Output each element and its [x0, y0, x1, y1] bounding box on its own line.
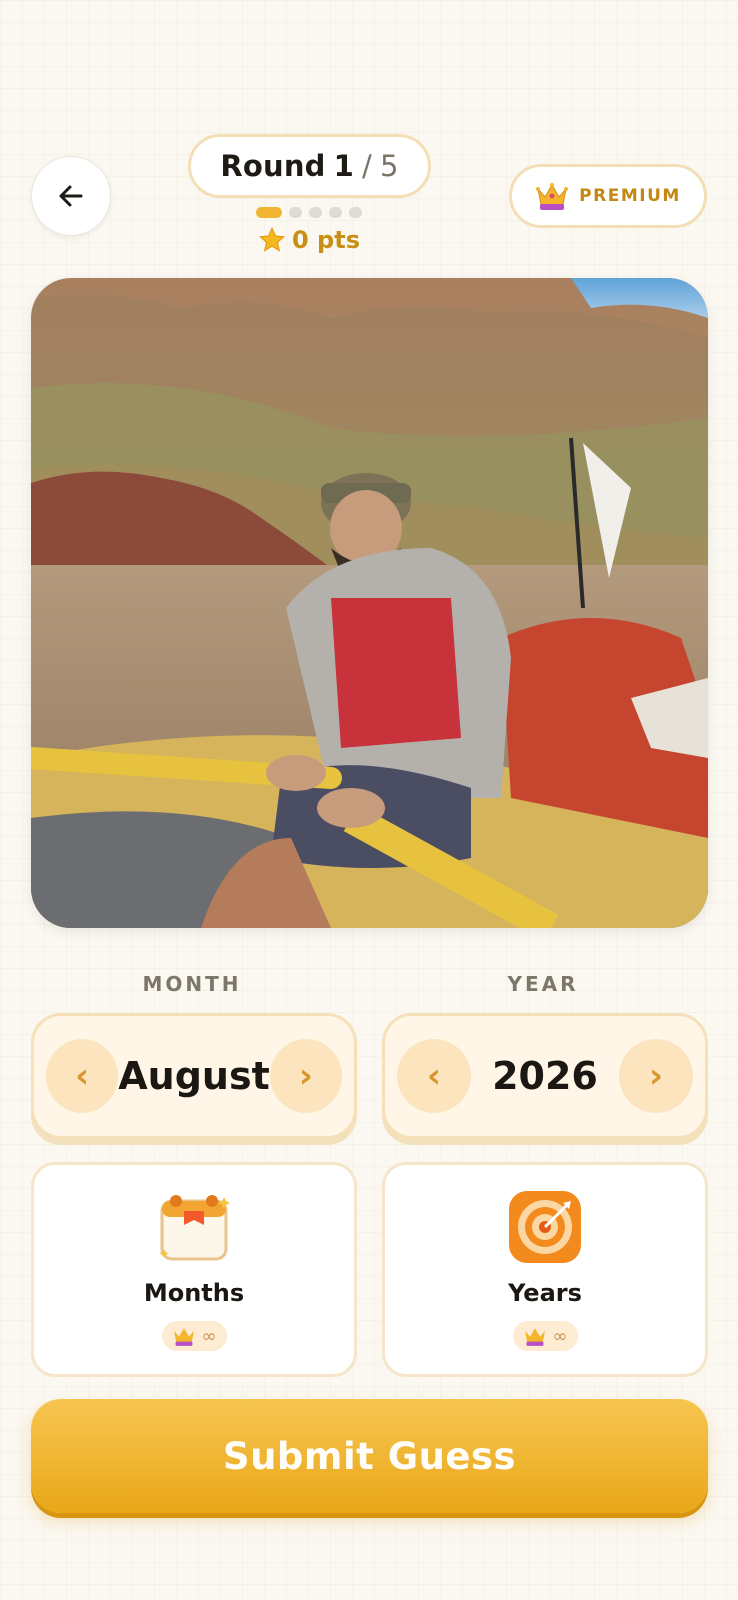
month-value: August: [118, 1054, 270, 1098]
years-badge-value: ∞: [552, 1325, 568, 1347]
month-next-button[interactable]: ›: [269, 1039, 342, 1113]
progress-dot: [329, 207, 342, 218]
progress-dot: [256, 207, 282, 218]
progress-dot: [309, 207, 322, 218]
year-stepper: ‹ 2026 ›: [382, 1013, 708, 1139]
star-icon: [258, 226, 286, 252]
progress-dot: [289, 207, 302, 218]
points-value: 0 pts: [292, 226, 360, 254]
month-label: MONTH: [142, 972, 242, 996]
round-current: 1: [333, 149, 355, 183]
month-prev-button[interactable]: ‹: [46, 1039, 119, 1113]
crown-icon: [536, 183, 569, 210]
year-next-button[interactable]: ›: [618, 1039, 693, 1113]
months-hint-card[interactable]: Months ∞: [31, 1162, 357, 1377]
year-label: YEAR: [507, 972, 579, 996]
year-value: 2026: [492, 1054, 598, 1098]
years-hint-card[interactable]: Years ∞: [382, 1162, 708, 1377]
calendar-icon: [159, 1195, 230, 1261]
year-prev-button[interactable]: ‹: [397, 1039, 471, 1113]
months-card-title: Months: [143, 1279, 245, 1307]
guess-photo: [31, 278, 708, 928]
arrow-left-icon: [59, 185, 83, 207]
submit-guess-button[interactable]: Submit Guess: [31, 1399, 708, 1513]
years-card-badge: ∞: [512, 1321, 578, 1351]
crown-icon: [524, 1328, 545, 1346]
months-badge-value: ∞: [201, 1325, 217, 1347]
round-total: 5: [380, 149, 399, 183]
points-display: 0 pts: [258, 226, 360, 254]
crown-icon: [173, 1328, 194, 1346]
premium-button[interactable]: PREMIUM: [509, 164, 707, 228]
months-card-badge: ∞: [161, 1321, 227, 1351]
round-progress: [256, 207, 362, 218]
target-icon: [509, 1191, 581, 1263]
years-card-title: Years: [508, 1279, 582, 1307]
back-button[interactable]: [31, 156, 111, 236]
month-stepper: ‹ August ›: [31, 1013, 357, 1139]
premium-label: PREMIUM: [579, 186, 681, 206]
round-indicator: Round 1 / 5: [188, 134, 431, 198]
round-label: Round: [220, 149, 326, 183]
round-separator: /: [362, 149, 373, 183]
progress-dot: [349, 207, 362, 218]
